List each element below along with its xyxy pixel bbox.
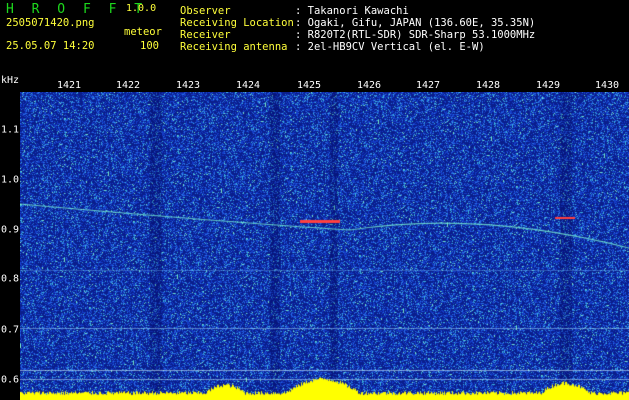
receiver-label: Receiver [180,29,231,41]
observer-value: : Takanori Kawachi [295,5,409,17]
x-tick-label: 1429 [535,80,561,91]
x-tick-label: 1430 [594,80,620,91]
y-tick-label: 0.7 [1,324,20,336]
x-tick-label: 1428 [475,80,501,91]
receiver-value: : R820T2(RTL-SDR) SDR-Sharp 53.1000MHz [295,29,536,41]
x-tick-label: 1421 [56,80,82,91]
y-tick-label: 1.0 [1,174,20,186]
y-tick-label: 0.8 [1,273,20,285]
waterfall-spectrogram [20,92,629,400]
observer-label: Observer [180,5,231,17]
x-tick-label: 1426 [356,80,382,91]
file-name: 2505071420.png [6,17,95,29]
y-tick-label: 0.6 [1,374,20,386]
file-datetime: 25.05.07 14:20 [6,40,95,52]
x-tick-label: 1424 [235,80,261,91]
x-tick-label: 1425 [296,80,322,91]
antenna-label: Receiving antenna [180,41,288,53]
x-tick-label: 1422 [115,80,141,91]
antenna-value: : 2el-HB9CV Vertical (el. E-W) [295,41,485,53]
y-tick-label: 1.1 [1,124,20,136]
detection-count: 100 [140,40,159,52]
x-tick-label: 1427 [415,80,441,91]
y-tick-label: 0.9 [1,224,20,236]
y-axis-unit: kHz [1,75,20,86]
location-value: : Ogaki, Gifu, JAPAN (136.60E, 35.35N) [295,17,536,29]
app-version: 1.0.0 [126,3,157,14]
location-label: Receiving Location [180,17,294,29]
detection-label: meteor [124,26,162,38]
x-tick-label: 1423 [175,80,201,91]
